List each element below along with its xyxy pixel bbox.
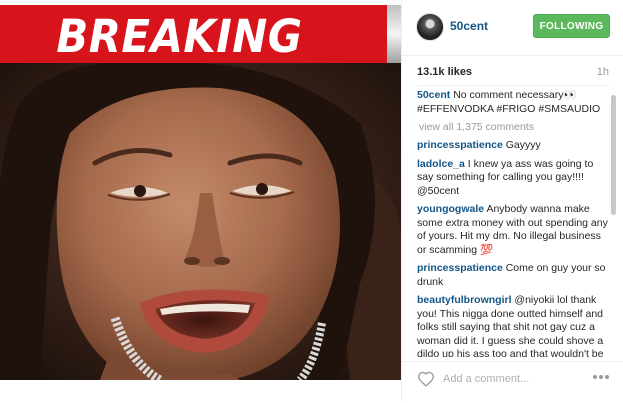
comment-item: beautyfulbrowngirl @niyokii lol thank yo…: [417, 294, 609, 357]
comment-item: princesspatience Gayyyy: [417, 139, 609, 153]
heart-icon[interactable]: [417, 371, 435, 387]
comment-item: princesspatience Come on guy your so dru…: [417, 262, 609, 289]
comment-text: Gayyyy: [505, 139, 541, 151]
likes-count[interactable]: 13.1k likes: [417, 66, 472, 78]
view-all-comments-link[interactable]: view all 1,375 comments: [419, 121, 609, 133]
banner-stripe: [387, 5, 401, 63]
comment-item: youngogwale Anybody wanna make some extr…: [417, 203, 609, 257]
divider: [417, 85, 609, 86]
following-button[interactable]: FOLLOWING: [533, 14, 610, 38]
caption: 50cent No comment necessary👀 #EFFENVODKA…: [417, 89, 609, 116]
comment-username[interactable]: princesspatience: [417, 139, 503, 151]
comment-username[interactable]: beautyfulbrowngirl: [417, 294, 512, 306]
woman-face-image: [0, 63, 401, 380]
avatar[interactable]: [416, 13, 444, 41]
breaking-news-banner: BREAKING NEWS: [0, 5, 401, 112]
add-comment-input[interactable]: [443, 370, 583, 388]
post-footer: [402, 361, 623, 403]
post-sidebar: 50cent FOLLOWING 13.1k likes 1h 50cent N…: [401, 0, 623, 402]
comment-username[interactable]: youngogwale: [417, 203, 484, 215]
comments-list[interactable]: 50cent No comment necessary👀 #EFFENVODKA…: [417, 89, 609, 357]
caption-username[interactable]: 50cent: [417, 89, 450, 101]
post-photo: BREAKING NEWS: [0, 0, 401, 380]
ellipsis-icon[interactable]: [592, 371, 610, 383]
comment-username[interactable]: princesspatience: [417, 262, 503, 274]
instagram-post: BREAKING NEWS: [0, 0, 623, 402]
comment-username[interactable]: ladolce_a: [417, 158, 465, 170]
post-time: 1h: [596, 66, 609, 78]
post-header: 50cent FOLLOWING: [402, 0, 623, 56]
post-username[interactable]: 50cent: [450, 19, 488, 33]
post-stats: 13.1k likes 1h: [417, 66, 609, 82]
comment-item: ladolce_a I knew ya ass was going to say…: [417, 158, 609, 199]
comments-scrollbar[interactable]: [611, 95, 616, 215]
